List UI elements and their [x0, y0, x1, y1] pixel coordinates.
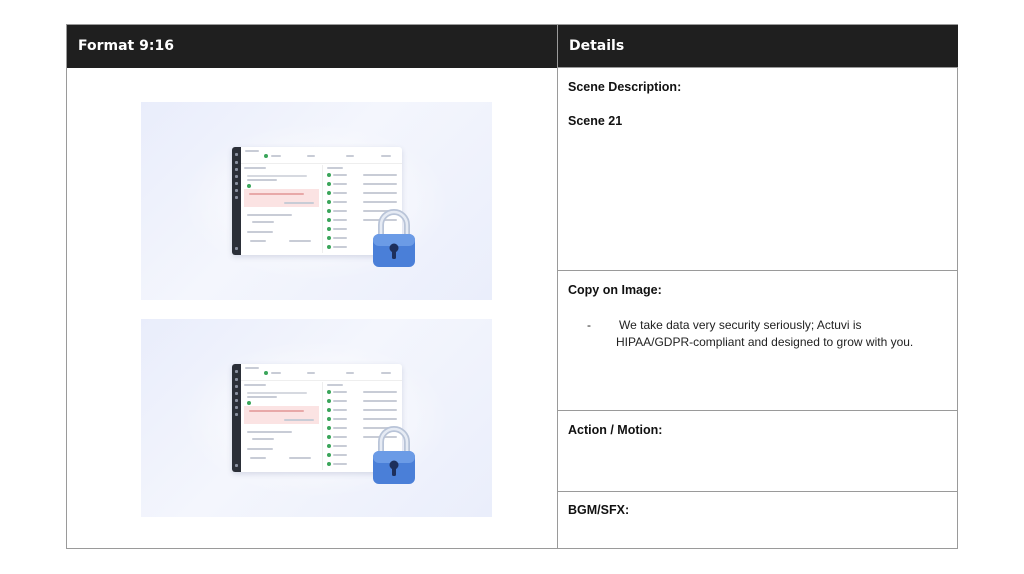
bgm-sfx-label: BGM/SFX: [568, 503, 630, 517]
row-divider-1 [558, 270, 958, 271]
storyboard-frame-2 [141, 319, 492, 517]
scene-description-label: Scene Description: [568, 80, 682, 94]
action-motion-label: Action / Motion: [568, 423, 663, 437]
copy-on-image-label: Copy on Image: [568, 283, 662, 297]
column-divider [557, 25, 558, 549]
copy-line-2: HIPAA/GDPR-compliant and designed to gro… [616, 335, 914, 349]
storyboard-table: Format 9:16 Details Scene Description: S… [66, 24, 958, 549]
padlock-icon [373, 209, 415, 267]
row-divider-3 [558, 491, 958, 492]
row-divider-2 [558, 410, 958, 411]
copy-line-1: We take data very security seriously; Ac… [619, 318, 862, 332]
header-divider [558, 67, 958, 68]
format-header: Format 9:16 [67, 25, 557, 68]
bullet-dash: - [587, 318, 591, 332]
padlock-icon [373, 426, 415, 484]
scene-number: Scene 21 [568, 114, 623, 128]
storyboard-frame-1 [141, 102, 492, 300]
details-header: Details [558, 25, 958, 68]
